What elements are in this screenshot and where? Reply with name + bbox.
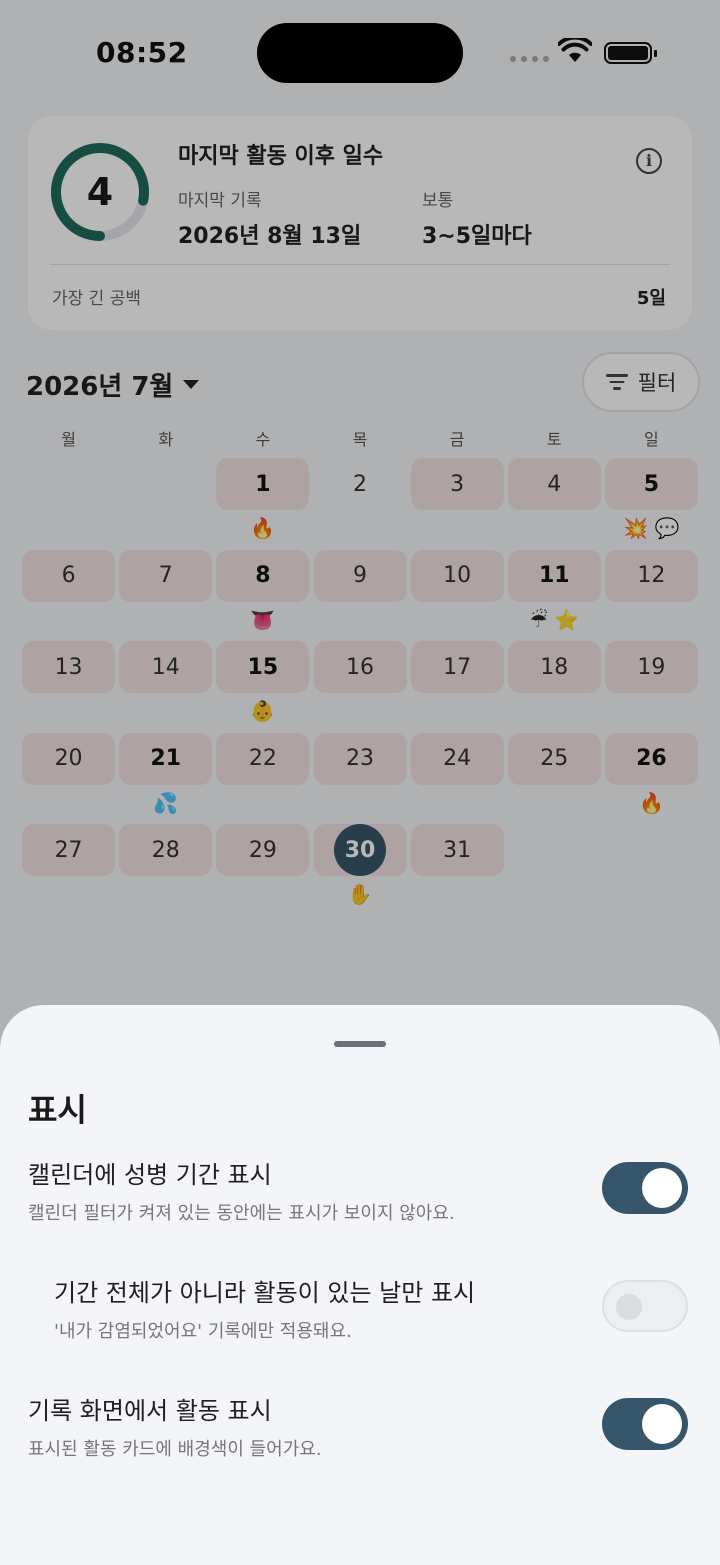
toggle-knob <box>642 1404 682 1444</box>
option-desc-calendar-period: 캘린더 필터가 켜져 있는 동안에는 표시가 보이지 않아요. <box>28 1203 455 1224</box>
drag-handle[interactable] <box>334 1041 386 1047</box>
display-settings-sheet: 표시 캘린더에 성병 기간 표시 캘린더 필터가 켜져 있는 동안에는 표시가 … <box>0 1005 720 1565</box>
toggle-calendar-period[interactable] <box>602 1162 688 1214</box>
option-title-calendar-period: 캘린더에 성병 기간 표시 <box>28 1161 272 1189</box>
toggle-active-days-only[interactable] <box>602 1280 688 1332</box>
option-desc-active-days-only: '내가 감염되었어요' 기록에만 적용돼요. <box>54 1321 352 1342</box>
toggle-record-screen[interactable] <box>602 1398 688 1450</box>
toggle-knob <box>642 1168 682 1208</box>
option-title-record-screen: 기록 화면에서 활동 표시 <box>28 1397 272 1425</box>
option-title-active-days-only: 기간 전체가 아니라 활동이 있는 날만 표시 <box>54 1279 476 1307</box>
option-desc-record-screen: 표시된 활동 카드에 배경색이 들어가요. <box>28 1439 322 1460</box>
sheet-title: 표시 <box>28 1091 87 1129</box>
toggle-knob <box>616 1294 642 1320</box>
